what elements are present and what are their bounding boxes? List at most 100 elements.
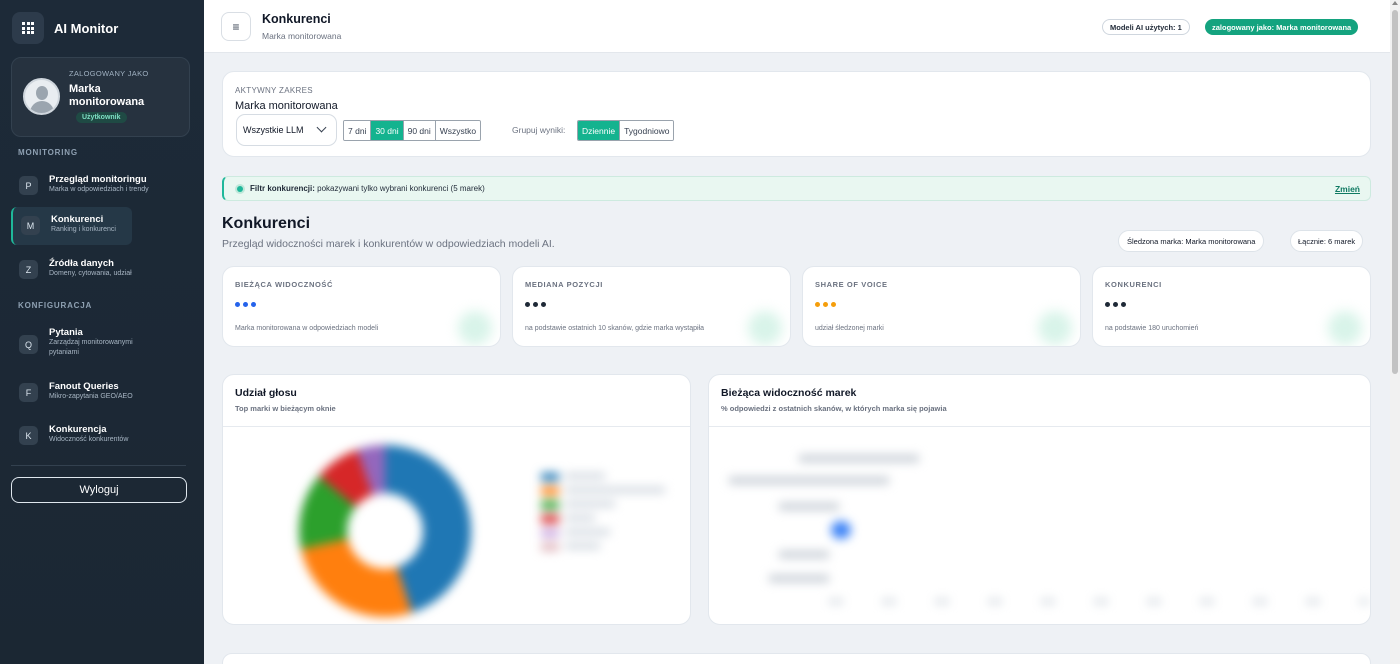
kpi-footnote: na podstawie 180 uruchomień	[1105, 325, 1199, 332]
range-panel: AKTYWNY ZAKRES Marka monitorowana Wszyst…	[222, 71, 1371, 157]
logout-button[interactable]: Wyloguj	[11, 477, 187, 503]
kpi-decoration	[748, 311, 782, 345]
sidebar-item-przeglad[interactable]: P Przegląd monitoringu Marka w odpowiedz…	[11, 167, 187, 205]
page-subtitle: Marka monitorowana	[262, 31, 342, 41]
kpi-loading-dots	[815, 302, 836, 307]
competitor-filter-bar: Filtr konkurencji: pokazywani tylko wybr…	[222, 176, 1371, 201]
scrollbar[interactable]	[1390, 0, 1400, 664]
llm-select[interactable]: Wszystkie LLM	[236, 114, 337, 146]
sidebar-item-title: Konkurenci	[51, 214, 104, 225]
sidebar-item-title: Przegląd monitoringu	[49, 174, 147, 185]
kpi-decoration	[1038, 311, 1072, 345]
kpi-loading-dots	[1105, 302, 1126, 307]
llm-select-value: Wszystkie LLM	[243, 125, 304, 135]
user-role-label: ZALOGOWANY JAKO	[69, 69, 149, 78]
group-weekly[interactable]: Tygodniowo	[620, 121, 674, 140]
user-card: ZALOGOWANY JAKO Marka monitorowana Użytk…	[11, 57, 190, 137]
kpi-decoration	[1328, 311, 1362, 345]
period-segmented: 7 dni 30 dni 90 dni Wszystko	[343, 120, 482, 141]
menu-icon[interactable]: ≡	[221, 12, 251, 41]
chevron-down-icon	[316, 122, 327, 133]
sidebar-item-fanout[interactable]: F Fanout Queries Mikro-zapytania GEO/AEO	[11, 374, 187, 412]
chart-divider	[223, 426, 690, 427]
kpi-card-visibility: BIEŻĄCA WIDOCZNOŚĆ Marka monitorowana w …	[222, 266, 501, 347]
kpi-label: BIEŻĄCA WIDOCZNOŚĆ	[235, 280, 334, 289]
models-count-badge: Modeli AI użytych: 1	[1102, 19, 1190, 35]
kpi-label: SHARE OF VOICE	[815, 280, 888, 289]
topbar: ≡ Konkurenci Marka monitorowana Modeli A…	[204, 0, 1390, 53]
sidebar: AI Monitor ZALOGOWANY JAKO Marka monitor…	[0, 0, 204, 664]
status-dot-icon	[237, 186, 243, 192]
kpi-card-median-position: MEDIANA POZYCJI na podstawie ostatnich 1…	[512, 266, 791, 347]
kpi-footnote: udział śledzonej marki	[815, 325, 884, 332]
nav-letter-icon: K	[19, 426, 38, 445]
nav-letter-icon: M	[21, 216, 40, 235]
nav-letter-icon: Z	[19, 260, 38, 279]
chart-divider	[709, 426, 1370, 427]
nav-letter-icon: P	[19, 176, 38, 195]
kpi-label: MEDIANA POZYCJI	[525, 280, 603, 289]
range-label: AKTYWNY ZAKRES	[235, 86, 313, 95]
next-section-card	[222, 653, 1371, 664]
app-name: AI Monitor	[54, 20, 119, 36]
section-subtitle: Przegląd widoczności marek i konkurentów…	[222, 238, 555, 250]
kpi-decoration	[458, 311, 492, 345]
nav-letter-icon: F	[19, 383, 38, 402]
group-label: Grupuj wyniki:	[512, 125, 566, 135]
sidebar-item-sub: Mikro-zapytania GEO/AEO	[49, 393, 133, 400]
avatar	[23, 78, 60, 115]
section-title-monitoring: MONITORING	[18, 148, 78, 157]
logged-as-badge: zalogowany jako: Marka monitorowana	[1205, 19, 1359, 35]
sidebar-item-title: Pytania	[49, 327, 83, 338]
donut-legend	[541, 473, 681, 583]
chart-title: Bieżąca widoczność marek	[721, 387, 857, 399]
brand[interactable]: AI Monitor	[0, 0, 204, 56]
total-brands-badge: Łącznie: 6 marek	[1290, 230, 1364, 252]
donut-chart	[299, 445, 471, 617]
kpi-loading-dots	[235, 302, 256, 307]
section-title-konfiguracja: KONFIGURACJA	[18, 301, 93, 310]
sidebar-item-konkurenci[interactable]: M Konkurenci Ranking i konkurenci	[11, 207, 132, 245]
kpi-footnote: Marka monitorowana w odpowiedziach model…	[235, 325, 379, 332]
period-30d[interactable]: 30 dni	[371, 121, 404, 140]
share-of-voice-card: Udział głosu Top marki w bieżącym oknie	[222, 374, 691, 625]
bar-chart	[719, 447, 1369, 617]
group-daily[interactable]: Dziennie	[578, 121, 621, 140]
period-7d[interactable]: 7 dni	[344, 121, 372, 140]
nav-letter-icon: Q	[19, 335, 38, 354]
scroll-up-icon[interactable]	[1392, 1, 1398, 5]
sidebar-item-pytania[interactable]: Q Pytania Zarządzaj monitorowanymi pytan…	[11, 320, 187, 364]
sidebar-item-title: Fanout Queries	[49, 381, 119, 392]
kpi-loading-dots	[525, 302, 546, 307]
group-segmented: Dziennie Tygodniowo	[577, 120, 675, 141]
section-title: Konkurenci	[222, 215, 311, 232]
sidebar-item-sub: Zarządzaj monitorowanymi pytaniami	[49, 339, 133, 356]
grid-icon	[12, 12, 44, 44]
page-title: Konkurenci	[262, 12, 331, 26]
sidebar-divider	[11, 465, 186, 466]
sidebar-item-title: Konkurencja	[49, 424, 107, 435]
filter-change-link[interactable]: Zmień	[1335, 184, 1360, 194]
kpi-card-competitors: KONKURENCI na podstawie 180 uruchomień	[1092, 266, 1371, 347]
sidebar-item-zrodla[interactable]: Z Źródła danych Domeny, cytowania, udzia…	[11, 251, 187, 289]
scrollbar-thumb[interactable]	[1392, 10, 1398, 374]
sidebar-item-konkurencja[interactable]: K Konkurencja Widoczność konkurentów	[11, 417, 187, 455]
kpi-card-share-of-voice: SHARE OF VOICE udział śledzonej marki	[802, 266, 1081, 347]
filter-text: Filtr konkurencji: pokazywani tylko wybr…	[250, 184, 485, 193]
sidebar-item-sub: Marka w odpowiedziach i trendy	[49, 186, 149, 193]
brand-visibility-card: Bieżąca widoczność marek % odpowiedzi z …	[708, 374, 1371, 625]
chart-subtitle: % odpowiedzi z ostatnich skanów, w który…	[721, 404, 947, 413]
chart-title: Udział głosu	[235, 387, 297, 399]
sidebar-item-sub: Ranking i konkurenci	[51, 226, 116, 233]
sidebar-item-sub: Domeny, cytowania, udział	[49, 270, 132, 277]
chart-subtitle: Top marki w bieżącym oknie	[235, 404, 336, 413]
range-value: Marka monitorowana	[235, 100, 338, 112]
kpi-footnote: na podstawie ostatnich 10 skanów, gdzie …	[525, 325, 704, 332]
user-badge: Użytkownik	[76, 112, 127, 123]
user-name: Marka monitorowana	[69, 83, 145, 108]
tracked-brand-badge: Śledzona marka: Marka monitorowana	[1118, 230, 1265, 252]
sidebar-item-sub: Widoczność konkurentów	[49, 436, 129, 443]
period-90d[interactable]: 90 dni	[403, 121, 436, 140]
sidebar-item-title: Źródła danych	[49, 258, 114, 269]
period-all[interactable]: Wszystko	[435, 121, 481, 140]
